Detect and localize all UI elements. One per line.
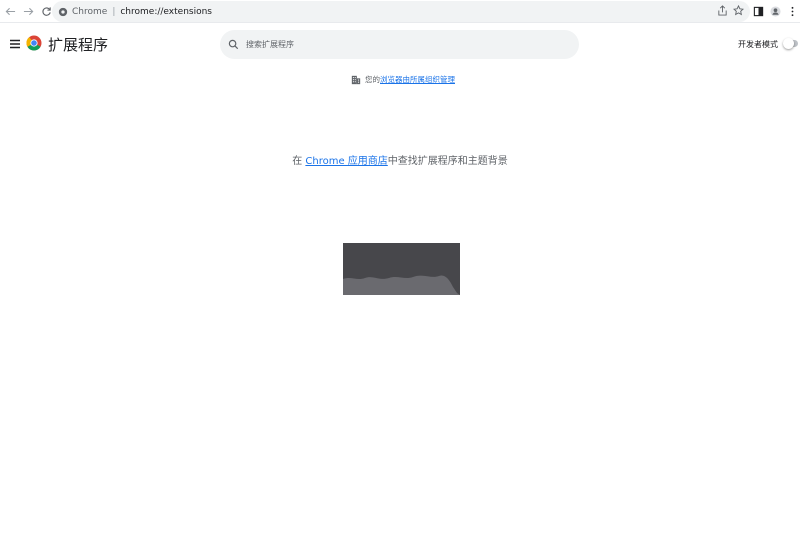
- empty-state-illustration: [343, 243, 460, 295]
- site-name: Chrome: [72, 6, 108, 17]
- url-separator: |: [112, 6, 116, 17]
- managed-prefix: 您的: [365, 75, 380, 84]
- reload-icon: [41, 6, 51, 16]
- avatar-icon: [770, 5, 781, 17]
- url-text: chrome://extensions: [120, 7, 212, 17]
- developer-mode-toggle[interactable]: [783, 38, 798, 49]
- building-icon: [351, 75, 361, 84]
- chrome-logo-icon: [26, 35, 42, 51]
- side-panel-icon: [753, 6, 764, 16]
- menu-button[interactable]: [786, 3, 799, 19]
- search-box[interactable]: [220, 30, 579, 59]
- url-path: extensions: [163, 6, 212, 17]
- address-bar[interactable]: Chrome | chrome://extensions: [52, 1, 750, 22]
- back-button[interactable]: [2, 3, 18, 19]
- managed-link[interactable]: 浏览器由所属组织管理: [380, 74, 455, 85]
- side-panel-button[interactable]: [752, 3, 765, 19]
- web-store-prompt: 在 Chrome 应用商店中查找扩展程序和主题背景: [0, 152, 800, 167]
- toolbar-actions: [752, 3, 799, 19]
- search-input[interactable]: [244, 39, 544, 50]
- profile-button[interactable]: [769, 3, 782, 19]
- page-title: 扩展程序: [48, 36, 109, 54]
- developer-mode-label: 开发者模式: [738, 40, 778, 49]
- search-icon: [228, 39, 239, 50]
- url-prefix: chrome://: [120, 6, 164, 17]
- chrome-site-icon: [57, 6, 68, 17]
- forward-button[interactable]: [20, 3, 36, 19]
- arrow-left-icon: [5, 7, 15, 15]
- share-icon[interactable]: [717, 5, 728, 16]
- omnibox-actions: [717, 5, 744, 16]
- store-prompt-prefix: 在: [292, 156, 306, 167]
- arrow-right-icon: [23, 7, 33, 15]
- star-icon[interactable]: [733, 5, 744, 16]
- browser-toolbar: Chrome | chrome://extensions: [0, 0, 800, 23]
- extensions-header: 扩展程序 开发者模式: [0, 23, 800, 67]
- kebab-menu-icon: [791, 6, 794, 16]
- store-prompt-suffix: 中查找扩展程序和主题背景: [387, 156, 508, 167]
- hamburger-menu-icon[interactable]: [8, 37, 22, 51]
- toggle-knob: [783, 38, 794, 49]
- web-store-link[interactable]: Chrome 应用商店: [305, 156, 387, 167]
- managed-notice: 您的 浏览器由所属组织管理: [351, 74, 455, 85]
